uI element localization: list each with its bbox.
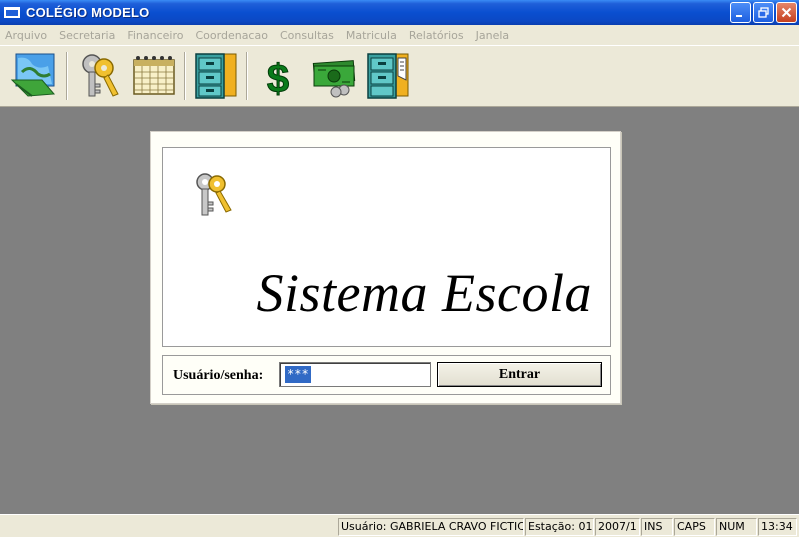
keys-icon [196, 173, 232, 216]
svg-text:$: $ [267, 57, 289, 101]
file-cabinet-open-icon[interactable] [362, 50, 414, 102]
status-time: 13:34 [758, 518, 797, 536]
menu-consultas[interactable]: Consultas [280, 29, 334, 42]
file-cabinet-icon[interactable] [190, 50, 242, 102]
exit-map-icon[interactable] [8, 50, 60, 102]
menu-bar: Arquivo Secretaria Financeiro Coordenaca… [0, 25, 799, 45]
password-value: *** [285, 366, 311, 383]
toolbar-separator [184, 52, 186, 100]
status-period: 2007/1 [595, 518, 640, 536]
status-ins: INS [641, 518, 673, 536]
toolbar: $ [0, 45, 799, 107]
status-caps: CAPS [674, 518, 715, 536]
dollar-icon[interactable]: $ [252, 50, 304, 102]
toolbar-separator [66, 52, 68, 100]
minimize-icon [736, 15, 742, 17]
main-window: COLÉGIO MODELO Arquivo Secretaria Financ… [0, 0, 799, 537]
window-controls [730, 2, 797, 23]
close-button[interactable] [776, 2, 797, 23]
menu-relatorios[interactable]: Relatórios [409, 29, 464, 42]
status-station: Estação: 01 [525, 518, 594, 536]
title-bar[interactable]: COLÉGIO MODELO [0, 0, 799, 25]
menu-arquivo[interactable]: Arquivo [5, 29, 47, 42]
login-dialog: Sistema Escola Usuário/senha: *** Entrar [150, 131, 621, 404]
menu-secretaria[interactable]: Secretaria [59, 29, 115, 42]
status-bar: Usuário: GABRIELA CRAVO FICTICIO Estação… [0, 514, 799, 537]
app-window-icon[interactable] [4, 7, 20, 18]
status-user: Usuário: GABRIELA CRAVO FICTICIO [338, 518, 524, 536]
login-button[interactable]: Entrar [437, 362, 602, 387]
login-banner: Sistema Escola [162, 147, 611, 347]
restore-icon [758, 7, 769, 18]
user-password-label: Usuário/senha: [173, 368, 264, 383]
password-input[interactable]: *** [279, 362, 431, 387]
menu-janela[interactable]: Janela [476, 29, 510, 42]
menu-matricula[interactable]: Matricula [346, 29, 397, 42]
window-title: COLÉGIO MODELO [26, 5, 150, 20]
calendar-icon[interactable] [128, 50, 180, 102]
status-num: NUM [716, 518, 757, 536]
app-banner-title: Sistema Escola [256, 263, 592, 323]
menu-coordenacao[interactable]: Coordenacao [196, 29, 268, 42]
login-form: Usuário/senha: *** Entrar [162, 355, 611, 395]
toolbar-separator [246, 52, 248, 100]
close-icon [781, 7, 792, 18]
keys-icon[interactable] [72, 50, 124, 102]
minimize-button[interactable] [730, 2, 751, 23]
money-icon[interactable] [308, 50, 360, 102]
menu-financeiro[interactable]: Financeiro [127, 29, 183, 42]
restore-button[interactable] [753, 2, 774, 23]
